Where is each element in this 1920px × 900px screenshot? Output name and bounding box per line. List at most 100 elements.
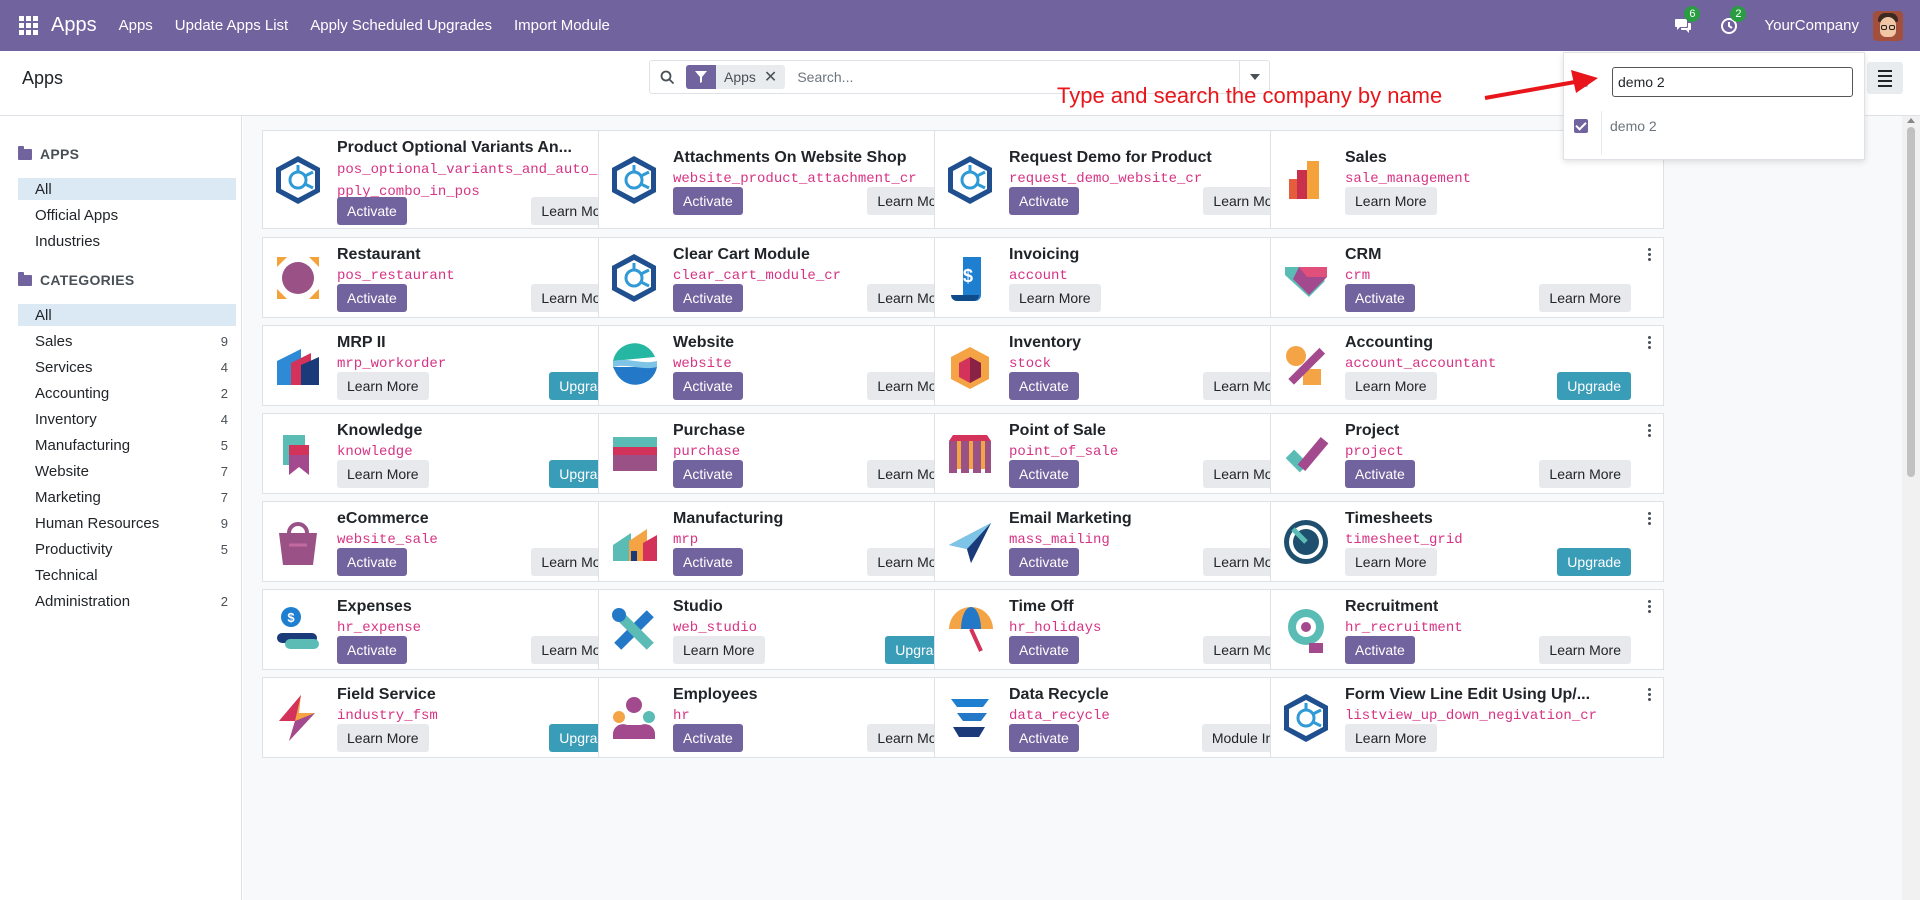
app-card-data-recycle[interactable]: Data Recycle data_recycle Activate Module I… <box>934 677 1328 758</box>
activate-button[interactable]: Activate <box>337 636 407 664</box>
activate-button[interactable]: Activate <box>673 284 743 312</box>
learn-more-button[interactable]: Learn More <box>337 372 429 400</box>
app-card-timesheet-grid[interactable]: Timesheets timesheet_grid Learn More Upgrad… <box>1270 501 1664 582</box>
learn-more-button[interactable]: Learn More <box>1009 284 1101 312</box>
app-card-clear-cart-module-cr[interactable]: Clear Cart Module clear_cart_module_cr Act… <box>598 237 992 318</box>
app-card-listview-up-down-negivation-cr[interactable]: Form View Line Edit Using Up/... listview… <box>1270 677 1664 758</box>
messages-icon[interactable]: 6 <box>1672 5 1701 37</box>
app-brand[interactable]: Apps <box>51 14 97 37</box>
app-card-pos-optional-variants-and-auto-apply-combo-in-pos[interactable]: Product Optional Variants An... pos_optio… <box>262 130 656 229</box>
activities-clock-icon[interactable]: 2 <box>1718 5 1747 37</box>
activate-button[interactable]: Activate <box>1009 372 1079 400</box>
sidebar-category-website[interactable]: Website 7 <box>18 460 236 482</box>
app-card-mrp-workorder[interactable]: MRP II mrp_workorder Learn More Upgrade <box>262 325 656 406</box>
app-card-website-product-attachment-cr[interactable]: Attachments On Website Shop website_produ… <box>598 130 992 229</box>
card-options-icon[interactable] <box>1648 424 1652 437</box>
upgrade-button[interactable]: Upgrade <box>1557 548 1631 576</box>
activate-button[interactable]: Activate <box>1009 636 1079 664</box>
app-card-point-of-sale[interactable]: Point of Sale point_of_sale Activate Learn … <box>934 413 1328 494</box>
vertical-scrollbar[interactable] <box>1902 116 1920 900</box>
learn-more-button[interactable]: Learn More <box>337 460 429 488</box>
list-view-button[interactable] <box>1867 62 1903 94</box>
app-card-website-sale[interactable]: eCommerce website_sale Activate Learn More <box>262 501 656 582</box>
app-card-hr-expense[interactable]: $ Expenses hr_expense Activate Learn More <box>262 589 656 670</box>
card-options-icon[interactable] <box>1648 512 1652 525</box>
menu-import-module[interactable]: Import Module <box>514 17 610 34</box>
learn-more-button[interactable]: Learn More <box>1345 187 1437 215</box>
company-option[interactable]: demo 2 <box>1610 118 1657 134</box>
card-options-icon[interactable] <box>1648 600 1652 613</box>
menu-update-apps-list[interactable]: Update Apps List <box>175 17 288 34</box>
learn-more-button[interactable]: Learn More <box>673 636 765 664</box>
activate-button[interactable]: Activate <box>673 460 743 488</box>
upgrade-button[interactable]: Upgrade <box>1557 372 1631 400</box>
activate-button[interactable]: Activate <box>673 724 743 752</box>
sidebar-item-official-apps[interactable]: Official Apps <box>18 204 236 226</box>
card-options-icon[interactable] <box>1648 336 1652 349</box>
card-options-icon[interactable] <box>1648 248 1652 261</box>
sidebar-category-marketing[interactable]: Marketing 7 <box>18 486 236 508</box>
activate-button[interactable]: Activate <box>673 187 743 215</box>
learn-more-button[interactable]: Learn More <box>1539 460 1631 488</box>
sidebar-category-administration[interactable]: Administration 2 <box>18 590 236 612</box>
app-card-account[interactable]: $ Invoicing account Learn More <box>934 237 1328 318</box>
activate-button[interactable]: Activate <box>337 548 407 576</box>
activate-button[interactable]: Activate <box>1009 724 1079 752</box>
app-card-knowledge[interactable]: Knowledge knowledge Learn More Upgrade <box>262 413 656 494</box>
menu-apps[interactable]: Apps <box>119 17 153 34</box>
sidebar-item-industries[interactable]: Industries <box>18 230 236 252</box>
learn-more-button[interactable]: Learn More <box>1345 724 1437 752</box>
company-checkbox-icon[interactable] <box>1574 119 1588 133</box>
company-search-input[interactable] <box>1612 67 1853 97</box>
sidebar-category-manufacturing[interactable]: Manufacturing 5 <box>18 434 236 456</box>
activate-button[interactable]: Activate <box>673 548 743 576</box>
sidebar-category-all[interactable]: All <box>18 304 236 326</box>
app-card-pos-restaurant[interactable]: Restaurant pos_restaurant Activate Learn Mo… <box>262 237 656 318</box>
menu-apply-scheduled-upgrades[interactable]: Apply Scheduled Upgrades <box>310 17 492 34</box>
sidebar-category-technical[interactable]: Technical <box>18 564 236 586</box>
company-switcher[interactable]: YourCompany <box>1764 17 1859 34</box>
card-options-icon[interactable] <box>1648 688 1652 701</box>
activate-button[interactable]: Activate <box>1345 284 1415 312</box>
sidebar-category-productivity[interactable]: Productivity 5 <box>18 538 236 560</box>
app-card-industry-fsm[interactable]: Field Service industry_fsm Learn More Upgra… <box>262 677 656 758</box>
sidebar-item-all-apps[interactable]: All <box>18 178 236 200</box>
app-card-mass-mailing[interactable]: Email Marketing mass_mailing Activate Learn… <box>934 501 1328 582</box>
facet-remove-icon[interactable]: ✕ <box>764 67 785 87</box>
learn-more-button[interactable]: Learn More <box>1539 636 1631 664</box>
sidebar-category-inventory[interactable]: Inventory 4 <box>18 408 236 430</box>
activate-button[interactable]: Activate <box>1009 187 1079 215</box>
activate-button[interactable]: Activate <box>337 284 407 312</box>
activate-button[interactable]: Activate <box>1009 548 1079 576</box>
sidebar-category-human-resources[interactable]: Human Resources 9 <box>18 512 236 534</box>
app-card-website[interactable]: Website website Activate Learn More <box>598 325 992 406</box>
scroll-up-icon[interactable] <box>1907 118 1915 123</box>
app-card-stock[interactable]: Inventory stock Activate Learn More <box>934 325 1328 406</box>
activate-button[interactable]: Activate <box>673 372 743 400</box>
app-card-web-studio[interactable]: Studio web_studio Learn More Upgrade <box>598 589 992 670</box>
learn-more-button[interactable]: Learn More <box>1345 372 1437 400</box>
app-card-purchase[interactable]: Purchase purchase Activate Learn More <box>598 413 992 494</box>
user-avatar[interactable] <box>1873 10 1903 41</box>
learn-more-button[interactable]: Learn More <box>337 724 429 752</box>
activate-button[interactable]: Activate <box>1345 636 1415 664</box>
search-icon[interactable] <box>650 70 684 85</box>
activate-button[interactable]: Activate <box>337 197 407 225</box>
app-card-crm[interactable]: CRM crm Activate Learn More <box>1270 237 1664 318</box>
learn-more-button[interactable]: Learn More <box>1539 284 1631 312</box>
app-card-hr-holidays[interactable]: Time Off hr_holidays Activate Learn More <box>934 589 1328 670</box>
activate-button[interactable]: Activate <box>1009 460 1079 488</box>
sidebar-category-sales[interactable]: Sales 9 <box>18 330 236 352</box>
app-card-mrp[interactable]: Manufacturing mrp Activate Learn More <box>598 501 992 582</box>
app-card-project[interactable]: Project project Activate Learn More <box>1270 413 1664 494</box>
sidebar-category-services[interactable]: Services 4 <box>18 356 236 378</box>
app-card-hr[interactable]: Employees hr Activate Learn More <box>598 677 992 758</box>
learn-more-button[interactable]: Learn More <box>1345 548 1437 576</box>
sidebar-category-accounting[interactable]: Accounting 2 <box>18 382 236 404</box>
activate-button[interactable]: Activate <box>1345 460 1415 488</box>
app-card-request-demo-website-cr[interactable]: Request Demo for Product request_demo_web… <box>934 130 1328 229</box>
app-card-hr-recruitment[interactable]: Recruitment hr_recruitment Activate Learn M… <box>1270 589 1664 670</box>
app-card-account-accountant[interactable]: Accounting account_accountant Learn More Up… <box>1270 325 1664 406</box>
app-menu-grid-icon[interactable] <box>19 15 39 36</box>
scrollbar-thumb[interactable] <box>1907 127 1915 477</box>
